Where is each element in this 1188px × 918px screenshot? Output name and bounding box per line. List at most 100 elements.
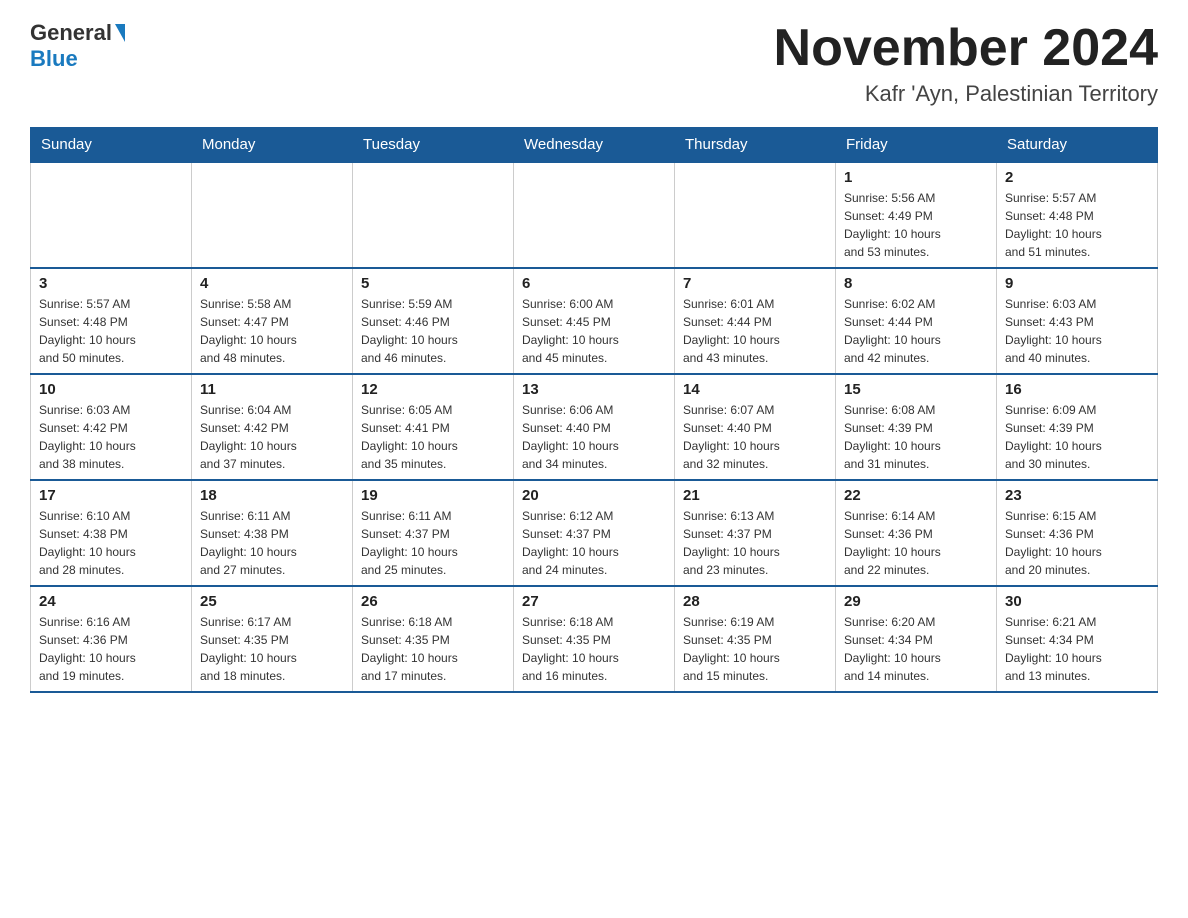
- calendar-header-thursday: Thursday: [675, 128, 836, 163]
- day-info: Sunrise: 6:09 AM Sunset: 4:39 PM Dayligh…: [1005, 401, 1149, 473]
- day-number: 9: [1005, 275, 1149, 292]
- calendar-cell: [514, 162, 675, 268]
- calendar-cell: 8 Sunrise: 6:02 AM Sunset: 4:44 PM Daylig…: [836, 268, 997, 374]
- day-info: Sunrise: 6:04 AM Sunset: 4:42 PM Dayligh…: [200, 401, 344, 473]
- day-number: 26: [361, 593, 505, 610]
- day-info: Sunrise: 6:16 AM Sunset: 4:36 PM Dayligh…: [39, 613, 183, 685]
- calendar-cell: 30 Sunrise: 6:21 AM Sunset: 4:34 PM Dayli…: [997, 586, 1158, 692]
- day-info: Sunrise: 6:06 AM Sunset: 4:40 PM Dayligh…: [522, 401, 666, 473]
- day-number: 23: [1005, 487, 1149, 504]
- day-number: 2: [1005, 169, 1149, 186]
- calendar-week-1: 1Sunrise: 5:56 AM Sunset: 4:49 PM Daylig…: [31, 162, 1158, 268]
- day-number: 29: [844, 593, 988, 610]
- logo-triangle-icon: [115, 24, 125, 42]
- calendar-cell: 3 Sunrise: 5:57 AM Sunset: 4:48 PM Daylig…: [31, 268, 192, 374]
- calendar-cell: 24Sunrise: 6:16 AM Sunset: 4:36 PM Dayli…: [31, 586, 192, 692]
- calendar-cell: 13 Sunrise: 6:06 AM Sunset: 4:40 PM Dayli…: [514, 374, 675, 480]
- calendar-cell: 5 Sunrise: 5:59 AM Sunset: 4:46 PM Daylig…: [353, 268, 514, 374]
- day-info: Sunrise: 6:08 AM Sunset: 4:39 PM Dayligh…: [844, 401, 988, 473]
- day-number: 18: [200, 487, 344, 504]
- calendar-week-4: 17 Sunrise: 6:10 AM Sunset: 4:38 PM Dayli…: [31, 480, 1158, 586]
- day-info: Sunrise: 6:21 AM Sunset: 4:34 PM Dayligh…: [1005, 613, 1149, 685]
- day-number: 19: [361, 487, 505, 504]
- day-number: 17: [39, 487, 183, 504]
- day-info: Sunrise: 5:57 AM Sunset: 4:48 PM Dayligh…: [39, 295, 183, 367]
- calendar-cell: 26 Sunrise: 6:18 AM Sunset: 4:35 PM Dayli…: [353, 586, 514, 692]
- day-info: Sunrise: 6:01 AM Sunset: 4:44 PM Dayligh…: [683, 295, 827, 367]
- day-info: Sunrise: 6:00 AM Sunset: 4:45 PM Dayligh…: [522, 295, 666, 367]
- calendar-cell: 15Sunrise: 6:08 AM Sunset: 4:39 PM Dayli…: [836, 374, 997, 480]
- calendar-cell: 12 Sunrise: 6:05 AM Sunset: 4:41 PM Dayli…: [353, 374, 514, 480]
- day-number: 21: [683, 487, 827, 504]
- day-number: 11: [200, 381, 344, 398]
- day-info: Sunrise: 6:14 AM Sunset: 4:36 PM Dayligh…: [844, 507, 988, 579]
- calendar-cell: 23 Sunrise: 6:15 AM Sunset: 4:36 PM Dayli…: [997, 480, 1158, 586]
- calendar-cell: 19 Sunrise: 6:11 AM Sunset: 4:37 PM Dayli…: [353, 480, 514, 586]
- calendar-cell: 20Sunrise: 6:12 AM Sunset: 4:37 PM Dayli…: [514, 480, 675, 586]
- calendar-cell: 27 Sunrise: 6:18 AM Sunset: 4:35 PM Dayli…: [514, 586, 675, 692]
- day-number: 8: [844, 275, 988, 292]
- day-number: 3: [39, 275, 183, 292]
- calendar-cell: 1Sunrise: 5:56 AM Sunset: 4:49 PM Daylig…: [836, 162, 997, 268]
- day-info: Sunrise: 5:59 AM Sunset: 4:46 PM Dayligh…: [361, 295, 505, 367]
- calendar-week-2: 3 Sunrise: 5:57 AM Sunset: 4:48 PM Daylig…: [31, 268, 1158, 374]
- day-info: Sunrise: 6:10 AM Sunset: 4:38 PM Dayligh…: [39, 507, 183, 579]
- calendar-week-5: 24Sunrise: 6:16 AM Sunset: 4:36 PM Dayli…: [31, 586, 1158, 692]
- calendar-cell: 9Sunrise: 6:03 AM Sunset: 4:43 PM Daylig…: [997, 268, 1158, 374]
- day-number: 27: [522, 593, 666, 610]
- calendar-cell: 28 Sunrise: 6:19 AM Sunset: 4:35 PM Dayli…: [675, 586, 836, 692]
- day-info: Sunrise: 6:11 AM Sunset: 4:38 PM Dayligh…: [200, 507, 344, 579]
- calendar-header-saturday: Saturday: [997, 128, 1158, 163]
- calendar-cell: 25 Sunrise: 6:17 AM Sunset: 4:35 PM Dayli…: [192, 586, 353, 692]
- month-title: November 2024: [774, 20, 1158, 77]
- calendar-cell: 21Sunrise: 6:13 AM Sunset: 4:37 PM Dayli…: [675, 480, 836, 586]
- calendar-cell: [31, 162, 192, 268]
- day-info: Sunrise: 6:15 AM Sunset: 4:36 PM Dayligh…: [1005, 507, 1149, 579]
- title-block: November 2024 Kafr 'Ayn, Palestinian Ter…: [774, 20, 1158, 107]
- calendar-cell: [353, 162, 514, 268]
- calendar-cell: [675, 162, 836, 268]
- calendar-cell: [192, 162, 353, 268]
- calendar-cell: 10 Sunrise: 6:03 AM Sunset: 4:42 PM Dayli…: [31, 374, 192, 480]
- day-info: Sunrise: 6:19 AM Sunset: 4:35 PM Dayligh…: [683, 613, 827, 685]
- day-number: 14: [683, 381, 827, 398]
- day-number: 28: [683, 593, 827, 610]
- day-number: 16: [1005, 381, 1149, 398]
- logo-blue: Blue: [30, 46, 78, 72]
- calendar-cell: 6Sunrise: 6:00 AM Sunset: 4:45 PM Daylig…: [514, 268, 675, 374]
- day-number: 22: [844, 487, 988, 504]
- day-number: 10: [39, 381, 183, 398]
- day-number: 5: [361, 275, 505, 292]
- day-number: 4: [200, 275, 344, 292]
- day-info: Sunrise: 6:18 AM Sunset: 4:35 PM Dayligh…: [361, 613, 505, 685]
- day-number: 25: [200, 593, 344, 610]
- calendar-header-wednesday: Wednesday: [514, 128, 675, 163]
- day-number: 30: [1005, 593, 1149, 610]
- day-info: Sunrise: 6:18 AM Sunset: 4:35 PM Dayligh…: [522, 613, 666, 685]
- day-number: 12: [361, 381, 505, 398]
- day-info: Sunrise: 6:03 AM Sunset: 4:42 PM Dayligh…: [39, 401, 183, 473]
- day-info: Sunrise: 5:57 AM Sunset: 4:48 PM Dayligh…: [1005, 189, 1149, 261]
- day-info: Sunrise: 6:20 AM Sunset: 4:34 PM Dayligh…: [844, 613, 988, 685]
- calendar-header-sunday: Sunday: [31, 128, 192, 163]
- calendar-cell: 2 Sunrise: 5:57 AM Sunset: 4:48 PM Daylig…: [997, 162, 1158, 268]
- calendar-header-tuesday: Tuesday: [353, 128, 514, 163]
- calendar-cell: 29 Sunrise: 6:20 AM Sunset: 4:34 PM Dayli…: [836, 586, 997, 692]
- location-title: Kafr 'Ayn, Palestinian Territory: [774, 81, 1158, 107]
- day-info: Sunrise: 6:12 AM Sunset: 4:37 PM Dayligh…: [522, 507, 666, 579]
- calendar-cell: 11 Sunrise: 6:04 AM Sunset: 4:42 PM Dayli…: [192, 374, 353, 480]
- calendar-table: SundayMondayTuesdayWednesdayThursdayFrid…: [30, 127, 1158, 693]
- calendar-cell: 7Sunrise: 6:01 AM Sunset: 4:44 PM Daylig…: [675, 268, 836, 374]
- day-number: 13: [522, 381, 666, 398]
- calendar-cell: 16 Sunrise: 6:09 AM Sunset: 4:39 PM Dayli…: [997, 374, 1158, 480]
- calendar-cell: 17 Sunrise: 6:10 AM Sunset: 4:38 PM Dayli…: [31, 480, 192, 586]
- day-info: Sunrise: 6:02 AM Sunset: 4:44 PM Dayligh…: [844, 295, 988, 367]
- day-info: Sunrise: 5:58 AM Sunset: 4:47 PM Dayligh…: [200, 295, 344, 367]
- day-info: Sunrise: 6:11 AM Sunset: 4:37 PM Dayligh…: [361, 507, 505, 579]
- day-info: Sunrise: 6:05 AM Sunset: 4:41 PM Dayligh…: [361, 401, 505, 473]
- calendar-cell: 4 Sunrise: 5:58 AM Sunset: 4:47 PM Daylig…: [192, 268, 353, 374]
- calendar-week-3: 10 Sunrise: 6:03 AM Sunset: 4:42 PM Dayli…: [31, 374, 1158, 480]
- calendar-cell: 18 Sunrise: 6:11 AM Sunset: 4:38 PM Dayli…: [192, 480, 353, 586]
- calendar-header-row: SundayMondayTuesdayWednesdayThursdayFrid…: [31, 128, 1158, 163]
- day-info: Sunrise: 6:17 AM Sunset: 4:35 PM Dayligh…: [200, 613, 344, 685]
